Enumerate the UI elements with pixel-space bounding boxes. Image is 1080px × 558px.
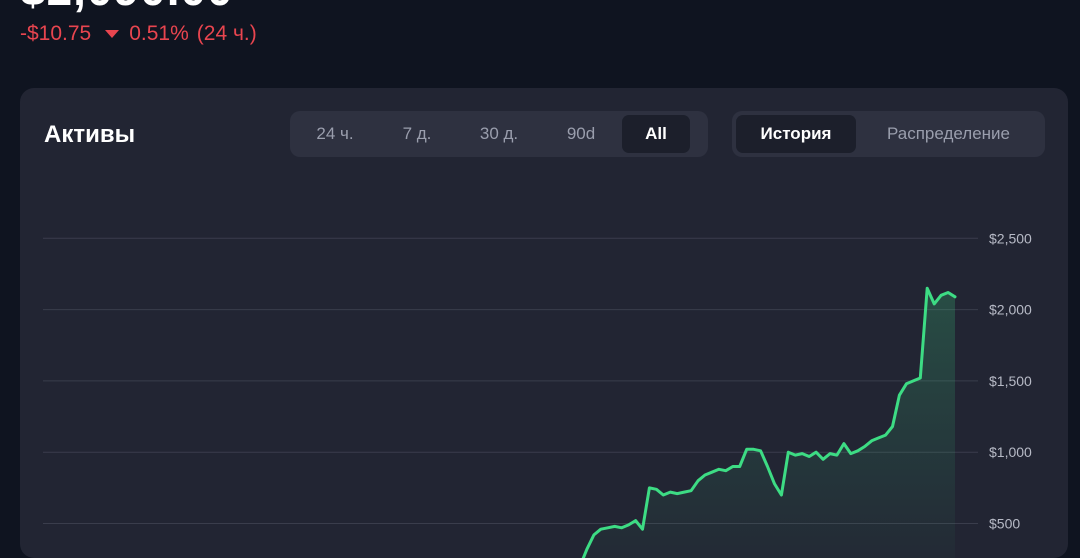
- change-percent: 0.51%: [129, 22, 189, 45]
- y-tick-label: $1,500: [989, 373, 1032, 389]
- assets-card: Активы 24 ч. 7 д. 30 д. 90d All История …: [20, 88, 1068, 558]
- y-tick-label: $2,000: [989, 302, 1032, 318]
- balance-change: -$10.75 0.51% (24 ч.): [20, 22, 257, 46]
- portfolio-balance: $2,090.00: [20, 0, 234, 16]
- holdings-chart: $2,500 $2,000 $1,500 $1,000 $500: [43, 230, 1032, 558]
- y-tick-label: $500: [989, 516, 1020, 532]
- change-amount: -$10.75: [20, 22, 92, 45]
- change-period: (24 ч.): [196, 22, 257, 45]
- down-arrow-icon: [105, 30, 120, 38]
- y-tick-label: $2,500: [989, 230, 1032, 246]
- y-axis-ticks: $2,500 $2,000 $1,500 $1,000 $500: [989, 230, 1032, 531]
- y-tick-label: $1,000: [989, 444, 1032, 460]
- chart-area: [580, 288, 955, 558]
